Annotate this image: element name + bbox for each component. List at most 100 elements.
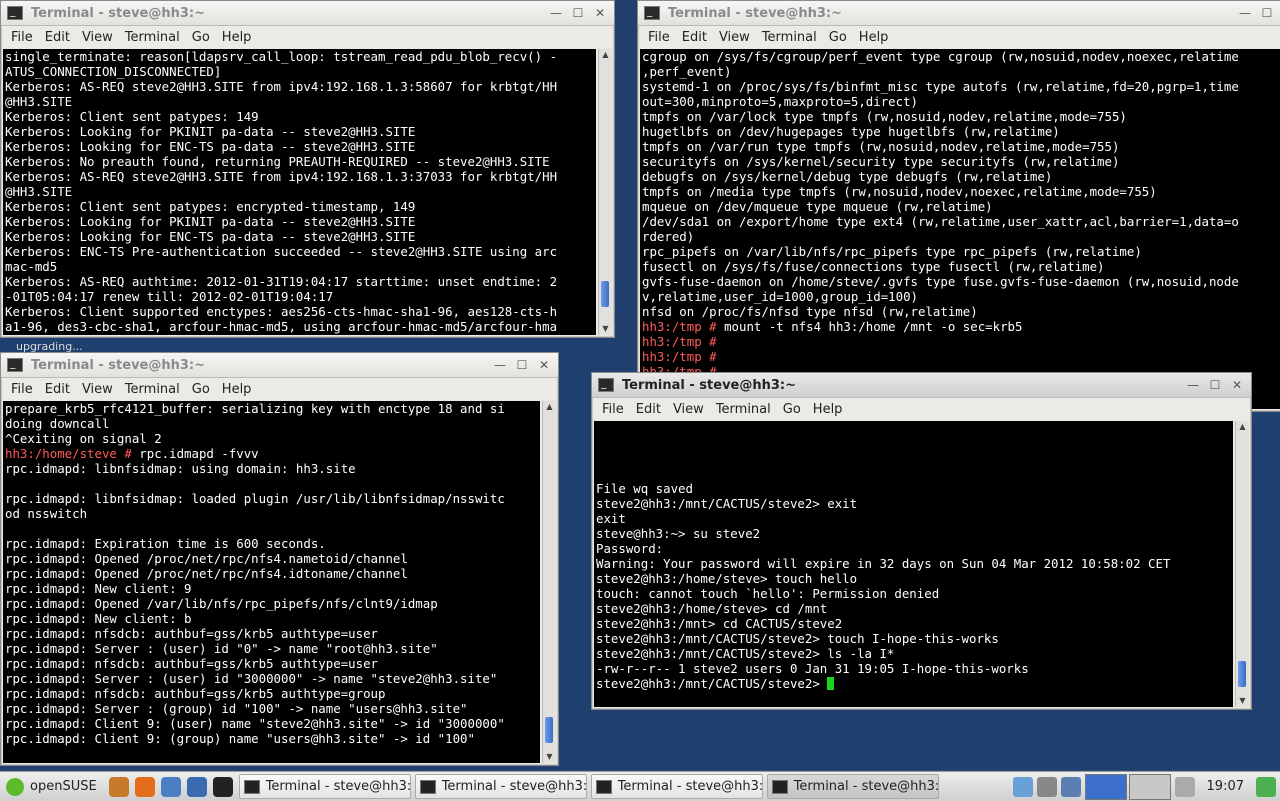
minimize-icon[interactable]: — bbox=[1237, 5, 1253, 21]
minimize-icon[interactable]: — bbox=[492, 357, 508, 373]
terminal-line: Kerberos: AS-REQ steve2@HH3.SITE from ip… bbox=[3, 79, 596, 94]
close-icon[interactable]: ✕ bbox=[536, 357, 552, 373]
scroll-thumb[interactable] bbox=[545, 717, 553, 743]
menu-help[interactable]: Help bbox=[807, 402, 849, 417]
terminal-window-kerberos[interactable]: _ Terminal - steve@hh3:~ — ☐ ✕ File Edit… bbox=[0, 0, 615, 338]
taskbar: openSUSE Terminal - steve@hh3:~ Terminal… bbox=[0, 771, 1280, 801]
workspace-2[interactable] bbox=[1128, 773, 1171, 800]
line-text: @HH3.SITE bbox=[5, 94, 73, 109]
menu-file[interactable]: File bbox=[5, 382, 39, 397]
menu-edit[interactable]: Edit bbox=[676, 30, 713, 45]
terminal-line: tmpfs on /media type tmpfs (rw,nosuid,no… bbox=[640, 184, 1280, 199]
scroll-thumb[interactable] bbox=[1238, 661, 1246, 687]
menu-go[interactable]: Go bbox=[823, 30, 853, 45]
start-menu-button[interactable]: openSUSE bbox=[0, 773, 103, 800]
menu-terminal[interactable]: Terminal bbox=[119, 382, 186, 397]
line-text: steve2@hh3:/mnt/CACTUS/steve2> touch I-h… bbox=[596, 631, 999, 646]
close-icon[interactable]: ✕ bbox=[592, 5, 608, 21]
line-text: Kerberos: Client sent patypes: 149 bbox=[5, 109, 259, 124]
scroll-up-icon[interactable]: ▲ bbox=[1236, 421, 1249, 433]
scroll-up-icon[interactable]: ▲ bbox=[543, 401, 556, 413]
menu-terminal[interactable]: Terminal bbox=[119, 30, 186, 45]
terminal-line: @HH3.SITE bbox=[3, 94, 596, 109]
task-terminal-1[interactable]: Terminal - steve@hh3:~ bbox=[238, 774, 411, 799]
maximize-icon[interactable]: ☐ bbox=[570, 5, 586, 21]
line-text: cgroup on /sys/fs/cgroup/perf_event type… bbox=[642, 49, 1239, 64]
scroll-down-icon[interactable]: ▼ bbox=[543, 751, 556, 763]
maximize-icon[interactable]: ☐ bbox=[1259, 5, 1275, 21]
terminal-line: steve2@hh3:/home/steve> cd /mnt bbox=[594, 601, 1233, 616]
terminal-output[interactable]: prepare_krb5_rfc4121_buffer: serializing… bbox=[3, 401, 540, 763]
line-text: Kerberos: No preauth found, returning PR… bbox=[5, 154, 550, 169]
logout-icon[interactable] bbox=[1256, 776, 1276, 797]
menu-file[interactable]: File bbox=[642, 30, 676, 45]
task-terminal-2[interactable]: Terminal - steve@hh3:~ bbox=[414, 774, 587, 799]
window-title: Terminal - steve@hh3:~ bbox=[31, 5, 206, 21]
network-icon[interactable] bbox=[186, 776, 207, 797]
line-text: Kerberos: Client sent patypes: encrypted… bbox=[5, 199, 416, 214]
menu-view[interactable]: View bbox=[76, 382, 119, 397]
line-text: steve2@hh3:/mnt/CACTUS/steve2> bbox=[596, 676, 828, 691]
terminal-line: rpc.idmapd: Expiration time is 600 secon… bbox=[3, 536, 540, 551]
menu-edit[interactable]: Edit bbox=[39, 30, 76, 45]
menu-help[interactable]: Help bbox=[216, 30, 258, 45]
minimize-icon[interactable]: — bbox=[548, 5, 564, 21]
task-terminal-3[interactable]: Terminal - steve@hh3:~ bbox=[590, 774, 763, 799]
menu-terminal[interactable]: Terminal bbox=[710, 402, 777, 417]
terminal-output[interactable]: File wq saved steve2@hh3:/mnt/CACTUS/stev… bbox=[594, 421, 1233, 707]
title-bar[interactable]: _ Terminal - steve@hh3:~ — ☐ bbox=[638, 1, 1280, 26]
scrollbar[interactable]: ▲ ▼ bbox=[598, 49, 612, 335]
terminal-line: rpc.idmapd: New client: 9 bbox=[3, 581, 540, 596]
terminal-window-idmapd[interactable]: _ Terminal - steve@hh3:~ — ☐ ✕ File Edit… bbox=[0, 352, 559, 766]
firefox-icon[interactable] bbox=[134, 776, 155, 797]
menu-view[interactable]: View bbox=[76, 30, 119, 45]
scroll-up-icon[interactable]: ▲ bbox=[599, 49, 612, 61]
menu-view[interactable]: View bbox=[713, 30, 756, 45]
title-bar[interactable]: _ Terminal - steve@hh3:~ — ☐ ✕ bbox=[1, 1, 614, 26]
terminal-icon bbox=[243, 779, 260, 794]
menu-terminal[interactable]: Terminal bbox=[756, 30, 823, 45]
menu-go[interactable]: Go bbox=[186, 382, 216, 397]
workspace-1[interactable] bbox=[1084, 773, 1127, 800]
menu-help[interactable]: Help bbox=[853, 30, 895, 45]
volume-icon[interactable] bbox=[1036, 776, 1057, 797]
menu-view[interactable]: View bbox=[667, 402, 710, 417]
menu-edit[interactable]: Edit bbox=[39, 382, 76, 397]
terminal-line: Kerberos: No preauth found, returning PR… bbox=[3, 154, 596, 169]
terminal-window-mount[interactable]: _ Terminal - steve@hh3:~ — ☐ File Edit V… bbox=[637, 0, 1280, 412]
scroll-thumb[interactable] bbox=[601, 281, 609, 307]
minimize-icon[interactable]: — bbox=[1185, 377, 1201, 393]
tools-icon[interactable] bbox=[108, 776, 129, 797]
menu-go[interactable]: Go bbox=[777, 402, 807, 417]
clock[interactable]: 19:07 bbox=[1199, 779, 1252, 794]
scroll-down-icon[interactable]: ▼ bbox=[1236, 695, 1249, 707]
network-status-icon[interactable] bbox=[1060, 776, 1081, 797]
title-bar[interactable]: _ Terminal - steve@hh3:~ — ☐ ✕ bbox=[592, 373, 1251, 398]
scroll-down-icon[interactable]: ▼ bbox=[599, 323, 612, 335]
line-text: fusectl on /sys/fs/fuse/connections type… bbox=[642, 259, 1105, 274]
close-icon[interactable]: ✕ bbox=[1229, 377, 1245, 393]
terminal-output[interactable]: cgroup on /sys/fs/cgroup/perf_event type… bbox=[640, 49, 1280, 409]
terminal-line: tmpfs on /var/run type tmpfs (rw,nosuid,… bbox=[640, 139, 1280, 154]
maximize-icon[interactable]: ☐ bbox=[514, 357, 530, 373]
show-desktop-icon[interactable] bbox=[1174, 776, 1195, 797]
workspace-pager[interactable] bbox=[1084, 773, 1171, 800]
terminal-line: single_terminate: reason[ldapsrv_call_lo… bbox=[3, 49, 596, 64]
menu-file[interactable]: File bbox=[5, 30, 39, 45]
scrollbar[interactable]: ▲ ▼ bbox=[542, 401, 556, 763]
terminal-output[interactable]: single_terminate: reason[ldapsrv_call_lo… bbox=[3, 49, 596, 335]
terminal-launcher-icon[interactable] bbox=[212, 776, 233, 797]
line-text: rpc.idmapd: Server : (user) id "0" -> na… bbox=[5, 641, 438, 656]
menu-go[interactable]: Go bbox=[186, 30, 216, 45]
menu-edit[interactable]: Edit bbox=[630, 402, 667, 417]
maximize-icon[interactable]: ☐ bbox=[1207, 377, 1223, 393]
updater-icon[interactable] bbox=[1012, 776, 1033, 797]
task-terminal-4[interactable]: Terminal - steve@hh3:~ bbox=[766, 774, 939, 799]
scrollbar[interactable]: ▲ ▼ bbox=[1235, 421, 1249, 707]
file-manager-icon[interactable] bbox=[160, 776, 181, 797]
menu-help[interactable]: Help bbox=[216, 382, 258, 397]
terminal-window-steve2[interactable]: _ Terminal - steve@hh3:~ — ☐ ✕ File Edit… bbox=[591, 372, 1252, 710]
menu-file[interactable]: File bbox=[596, 402, 630, 417]
title-bar[interactable]: _ Terminal - steve@hh3:~ — ☐ ✕ bbox=[1, 353, 558, 378]
